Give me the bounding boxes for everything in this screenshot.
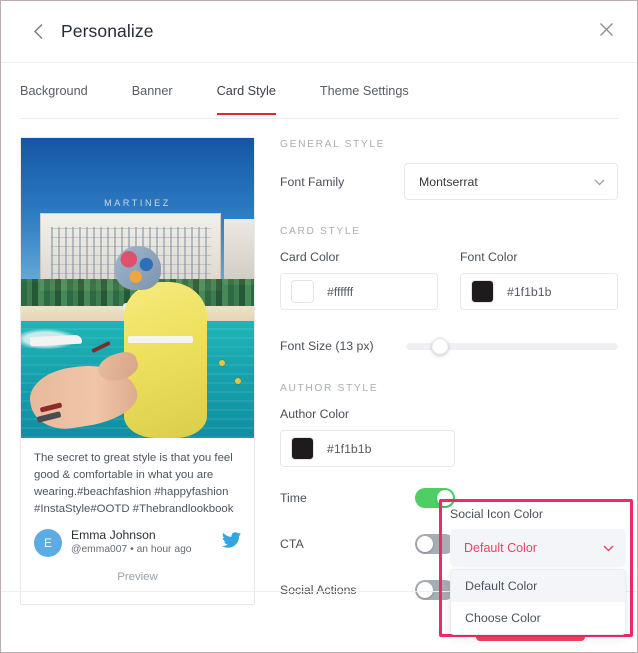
font-color-swatch[interactable] xyxy=(471,280,494,303)
card-photo: MARTINEZ xyxy=(21,138,254,438)
card-color-value: #ffffff xyxy=(327,284,354,299)
toggle-knob xyxy=(437,490,453,506)
font-family-row: Font Family Montserrat xyxy=(280,163,618,200)
dropdown-option-default-color[interactable]: Default Color xyxy=(451,570,625,602)
chevron-down-icon xyxy=(594,175,605,189)
author-left-column: Author Color #1f1b1b Time CTA Social Act… xyxy=(280,407,455,605)
author-meta: Emma Johnson @emma007 • an hour ago xyxy=(71,528,218,557)
toggle-knob xyxy=(417,536,433,552)
tab-background[interactable]: Background xyxy=(20,67,88,115)
font-color-label: Font Color xyxy=(460,250,518,264)
toggle-cta[interactable] xyxy=(415,534,455,554)
toggle-label-time: Time xyxy=(280,491,307,505)
tab-banner[interactable]: Banner xyxy=(132,67,173,115)
tab-theme-settings[interactable]: Theme Settings xyxy=(320,67,409,115)
social-icon-color-value: Default Color xyxy=(464,541,537,555)
font-color-input[interactable]: #1f1b1b xyxy=(460,273,618,310)
chevron-left-icon xyxy=(33,23,44,40)
preview-card: MARTINEZ The secret to great style is th… xyxy=(20,137,255,605)
card-color-swatch[interactable] xyxy=(291,280,314,303)
avatar: E xyxy=(34,528,62,557)
toggle-row-cta: CTA xyxy=(280,529,455,559)
twitter-icon xyxy=(222,532,241,553)
author-color-value: #1f1b1b xyxy=(327,441,372,456)
section-general-style: General Style xyxy=(280,139,386,150)
section-card-style: Card Style xyxy=(280,226,361,237)
card-author: E Emma Johnson @emma007 • an hour ago xyxy=(21,526,254,557)
dropdown-option-choose-color[interactable]: Choose Color xyxy=(451,602,625,634)
slider-thumb[interactable] xyxy=(431,337,449,355)
font-size-label: Font Size (13 px) xyxy=(280,339,374,353)
author-color-label: Author Color xyxy=(280,407,350,421)
tab-bar: Background Banner Card Style Theme Setti… xyxy=(1,63,637,119)
author-color-swatch[interactable] xyxy=(291,437,314,460)
font-family-value: Montserrat xyxy=(419,174,478,189)
close-button[interactable] xyxy=(593,19,619,45)
social-icon-color-select[interactable]: Default Color xyxy=(450,529,626,567)
toggle-time[interactable] xyxy=(415,488,455,508)
tab-card-style[interactable]: Card Style xyxy=(216,67,277,115)
section-author-style: Author Style xyxy=(280,383,379,394)
font-size-slider[interactable] xyxy=(406,337,618,355)
photo-hotel-sign: MARTINEZ xyxy=(104,198,171,208)
card-color-label: Card Color xyxy=(280,250,340,264)
dialog-titlebar: Personalize xyxy=(1,1,637,63)
personalize-dialog: Personalize Background Banner Card Style… xyxy=(0,0,638,653)
card-color-group: Card Color #ffffff xyxy=(280,250,438,310)
author-color-input[interactable]: #1f1b1b xyxy=(280,430,455,467)
font-family-label: Font Family xyxy=(280,174,345,189)
social-icon-color-dropdown: Default Color Choose Color xyxy=(450,569,626,635)
photo-belt xyxy=(128,336,194,343)
dialog-body: MARTINEZ The secret to great style is th… xyxy=(1,119,637,638)
card-color-input[interactable]: #ffffff xyxy=(280,273,438,310)
font-color-value: #1f1b1b xyxy=(507,284,552,299)
author-handle: @emma007 • an hour ago xyxy=(71,544,192,555)
card-style-colors: Card Color #ffffff Font Color #1f1b1b xyxy=(280,250,618,310)
social-icon-color-group: Social Icon Color Default Color Default … xyxy=(450,507,626,635)
close-icon xyxy=(599,22,614,42)
toggle-label-cta: CTA xyxy=(280,537,304,551)
social-icon-color-label: Social Icon Color xyxy=(450,507,543,521)
photo-hotel-right xyxy=(223,219,254,285)
photo-headscarf xyxy=(114,246,161,290)
font-color-group: Font Color #1f1b1b xyxy=(460,250,618,310)
back-button[interactable] xyxy=(21,15,55,49)
chevron-down-icon xyxy=(603,541,614,555)
photo-buoy xyxy=(219,360,226,366)
author-name: Emma Johnson xyxy=(71,528,156,542)
font-family-select[interactable]: Montserrat xyxy=(404,163,618,200)
font-size-row: Font Size (13 px) xyxy=(280,337,618,355)
page-title: Personalize xyxy=(61,21,154,41)
card-post-text: The secret to great style is that you fe… xyxy=(34,452,234,515)
toggle-row-time: Time xyxy=(280,483,455,513)
